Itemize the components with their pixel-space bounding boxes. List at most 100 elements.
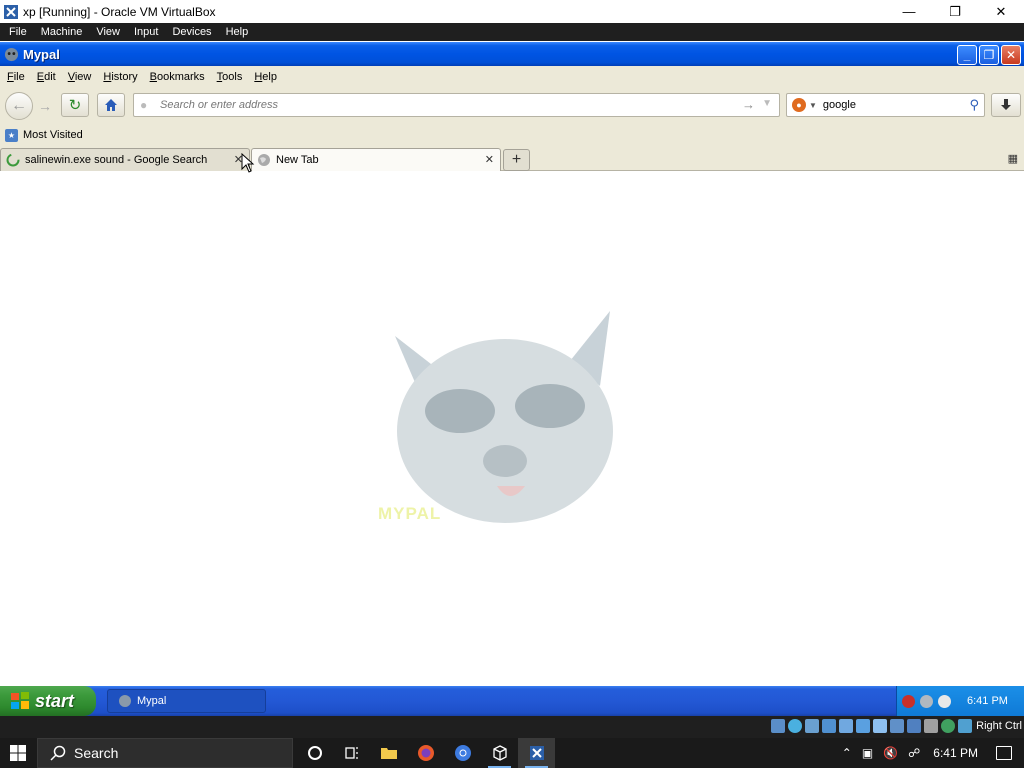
forward-button[interactable]: → [34,96,56,116]
windows-system-tray: ⌃ ▣ 🔇 ☍ 6:41 PM [837,738,1024,768]
forward-arrow-icon: → [38,98,52,114]
back-button[interactable]: ← [5,92,33,120]
network-icon[interactable]: ▣ [862,746,873,760]
virtualbox-status-bar: Right Ctrl [0,716,1024,738]
xp-taskbar: start Mypal 6:41 PM [0,686,1024,716]
action-center-icon[interactable]: ☍ [908,746,920,760]
xp-minimize-button[interactable]: _ [957,45,977,65]
notifications-icon[interactable] [996,746,1012,760]
pinned-apps [296,738,555,768]
host-menu-input[interactable]: Input [127,26,165,38]
host-menu-view[interactable]: View [89,26,127,38]
recording-icon[interactable] [890,719,904,733]
browser-menu-tools[interactable]: Tools [211,71,249,83]
address-input[interactable] [160,99,730,111]
tab-list-icon[interactable]: ▦ [1008,152,1018,165]
new-tab-button[interactable]: + [503,149,530,171]
downloads-button[interactable] [991,93,1021,117]
browser-menu-help[interactable]: Help [248,71,283,83]
browser-menu-file[interactable]: File [0,71,31,83]
page-content: MYPAL [0,171,1024,686]
host-menu-machine[interactable]: Machine [34,26,90,38]
host-menu-help[interactable]: Help [219,26,256,38]
cpu-icon[interactable] [907,719,921,733]
mascot-caption: MYPAL [378,504,442,523]
harddisk-icon[interactable] [771,719,785,733]
shared-folder-icon[interactable] [856,719,870,733]
task-view-icon [344,747,358,759]
tab-google-search[interactable]: salinewin.exe sound - Google Search ✕ [0,148,250,171]
address-bar[interactable]: ● → ▼ [133,93,780,117]
search-engine-icon[interactable]: ● [792,98,806,112]
shield-icon[interactable] [902,694,915,708]
xp-window-controls: _ ❐ ✕ [957,45,1021,65]
optical-drive-icon[interactable] [788,719,802,733]
browser-menu-bookmarks[interactable]: Bookmarks [144,71,211,83]
network-adapter-icon[interactable] [822,719,836,733]
xp-restore-button[interactable]: ❐ [979,45,999,65]
xp-window-title-bar[interactable]: Mypal [0,42,1024,66]
globe-icon: ● [140,98,148,112]
mypal-icon [4,47,19,61]
bookmarks-toolbar: ★ Most Visited [0,124,1024,146]
xp-close-button[interactable]: ✕ [1001,45,1021,65]
search-bar[interactable]: ● ▼ ⚲ [786,93,985,117]
home-button[interactable] [97,93,125,117]
windows-start-button[interactable] [0,738,36,768]
host-close-button[interactable]: ✕ [978,0,1024,23]
reload-button[interactable]: ↻ [61,93,89,117]
safely-remove-icon[interactable] [938,694,951,708]
windows-search-box[interactable]: Search [37,738,293,768]
firefox-icon [417,745,434,761]
task-view-button[interactable] [333,738,370,768]
download-icon [1001,99,1011,110]
xp-task-mypal[interactable]: Mypal [107,689,266,713]
audio-icon[interactable] [805,719,819,733]
browser-menu-bar: File Edit View History Bookmarks Tools H… [0,66,1024,88]
go-arrow-icon[interactable]: → [742,97,755,112]
browser-menu-view[interactable]: View [62,71,98,83]
host-window-controls: — ❐ ✕ [886,0,1024,23]
firefox-button[interactable] [407,738,444,768]
arrow-icon[interactable] [941,719,955,733]
browser-menu-edit[interactable]: Edit [31,71,62,83]
host-menu-file[interactable]: File [0,26,34,38]
search-input[interactable] [822,99,958,111]
volume-muted-icon[interactable]: 🔇 [883,746,898,760]
windows-clock[interactable]: 6:41 PM [933,746,978,760]
host-menu-devices[interactable]: Devices [165,26,218,38]
start-label: start [35,690,75,711]
xp-start-button[interactable]: start [0,686,96,716]
tab-new-tab[interactable]: New Tab ✕ [251,148,501,171]
windows-taskbar: Search ⌃ ▣ 🔇 ☍ 6:41 PM [0,738,1024,768]
xp-window-title: Mypal [23,46,60,62]
virtualbox-vm-button[interactable] [518,738,555,768]
windows-flag-icon [11,692,29,709]
bookmark-most-visited[interactable]: Most Visited [23,129,83,141]
chrome-button[interactable] [444,738,481,768]
host-restore-button[interactable]: ❐ [932,0,978,23]
network-icon[interactable] [920,694,933,708]
engine-dropdown-icon[interactable]: ▼ [809,101,817,110]
history-dropdown-icon[interactable]: ▼ [762,98,772,109]
host-title-bar: xp [Running] - Oracle VM VirtualBox [0,0,1024,23]
browser-menu-history[interactable]: History [97,71,143,83]
keyboard-icon[interactable] [958,719,972,733]
virtualbox-manager-button[interactable] [481,738,518,768]
mouse-integration-icon[interactable] [924,719,938,733]
cortana-button[interactable] [296,738,333,768]
search-icon [50,745,66,761]
host-menu-bar: File Machine View Input Devices Help [0,23,1024,41]
chrome-icon [454,745,471,761]
usb-icon[interactable] [839,719,853,733]
tab-close-icon[interactable]: ✕ [485,153,494,166]
search-icon[interactable]: ⚲ [969,97,979,113]
chevron-up-icon[interactable]: ⌃ [842,746,852,760]
bookmark-folder-icon: ★ [5,128,18,142]
reload-icon: ↻ [68,97,82,114]
host-minimize-button[interactable]: — [886,0,932,23]
display-icon[interactable] [873,719,887,733]
file-explorer-button[interactable] [370,738,407,768]
windows-logo-icon [10,745,26,761]
tab-strip: salinewin.exe sound - Google Search ✕ Ne… [0,146,1024,171]
